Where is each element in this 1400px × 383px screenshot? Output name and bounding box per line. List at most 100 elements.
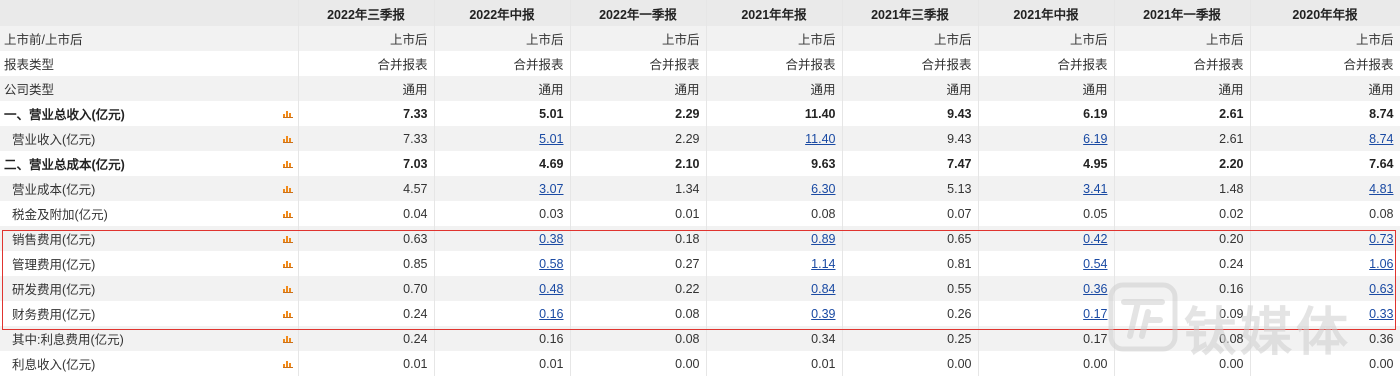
value-link[interactable]: 0.63 bbox=[1369, 282, 1393, 296]
bar-chart-icon[interactable] bbox=[283, 284, 293, 293]
value-cell: 0.01 bbox=[298, 351, 435, 376]
header-period[interactable]: 2021年年报 bbox=[706, 0, 843, 26]
header-period[interactable]: 2022年一季报 bbox=[570, 0, 707, 26]
value-cell: 0.08 bbox=[570, 301, 707, 326]
bar-chart-icon[interactable] bbox=[283, 184, 293, 193]
value-link[interactable]: 3.07 bbox=[539, 182, 563, 196]
header-period[interactable]: 2021年三季报 bbox=[842, 0, 979, 26]
value-cell: 0.17 bbox=[978, 301, 1115, 326]
value-link[interactable]: 1.14 bbox=[811, 257, 835, 271]
value-cell: 7.33 bbox=[298, 101, 435, 126]
operating-revenue-row: 营业收入(亿元) 7.33 5.01 2.29 11.40 9.43 6.19 2.61 8.7… bbox=[0, 126, 1400, 151]
row-label: 公司类型 bbox=[4, 83, 55, 97]
value-cell: 7.33 bbox=[298, 126, 435, 151]
value-cell: 0.01 bbox=[706, 351, 843, 376]
interest-income-row: 利息收入(亿元) 0.01 0.01 0.00 0.01 0.00 0.00 0.00 0.00 bbox=[0, 351, 1400, 376]
row-label: 管理费用(亿元) bbox=[12, 258, 96, 272]
bar-chart-icon[interactable] bbox=[283, 359, 293, 368]
row-label-cell: 报表类型 bbox=[0, 51, 299, 76]
value-link[interactable]: 0.58 bbox=[539, 257, 563, 271]
value-link[interactable]: 8.74 bbox=[1369, 132, 1393, 146]
row-label-cell: 营业成本(亿元) bbox=[0, 176, 299, 201]
value-cell: 合并报表 bbox=[434, 51, 571, 76]
value-cell: 0.25 bbox=[842, 326, 979, 351]
value-cell: 0.33 bbox=[1250, 301, 1400, 326]
value-cell: 上市后 bbox=[842, 26, 979, 51]
header-period[interactable]: 2020年年报 bbox=[1250, 0, 1400, 26]
value-cell: 0.36 bbox=[1250, 326, 1400, 351]
value-cell: 0.08 bbox=[706, 201, 843, 226]
value-cell: 1.06 bbox=[1250, 251, 1400, 276]
value-cell: 9.43 bbox=[842, 101, 979, 126]
value-link[interactable]: 1.06 bbox=[1369, 257, 1393, 271]
financial-table: 2022年三季报 2022年中报 2022年一季报 2021年年报 2021年三… bbox=[0, 0, 1400, 376]
value-link[interactable]: 6.19 bbox=[1083, 132, 1107, 146]
value-cell: 通用 bbox=[434, 76, 571, 101]
bar-chart-icon[interactable] bbox=[283, 109, 293, 118]
bar-chart-icon[interactable] bbox=[283, 334, 293, 343]
header-period[interactable]: 2021年一季报 bbox=[1114, 0, 1251, 26]
row-label: 上市前/上市后 bbox=[4, 33, 83, 47]
value-cell: 上市后 bbox=[298, 26, 435, 51]
value-cell: 0.00 bbox=[842, 351, 979, 376]
value-cell: 1.14 bbox=[706, 251, 843, 276]
value-cell: 上市后 bbox=[706, 26, 843, 51]
value-cell: 0.17 bbox=[978, 326, 1115, 351]
value-cell: 3.07 bbox=[434, 176, 571, 201]
bar-chart-icon[interactable] bbox=[283, 259, 293, 268]
value-cell: 0.07 bbox=[842, 201, 979, 226]
value-cell: 2.29 bbox=[570, 101, 707, 126]
header-period[interactable]: 2021年中报 bbox=[978, 0, 1115, 26]
value-cell: 0.70 bbox=[298, 276, 435, 301]
value-cell: 0.08 bbox=[1114, 326, 1251, 351]
value-cell: 通用 bbox=[706, 76, 843, 101]
value-cell: 0.81 bbox=[842, 251, 979, 276]
value-link[interactable]: 0.36 bbox=[1083, 282, 1107, 296]
bar-chart-icon[interactable] bbox=[283, 209, 293, 218]
value-link[interactable]: 5.01 bbox=[539, 132, 563, 146]
row-label-cell: 二、营业总成本(亿元) bbox=[0, 151, 299, 176]
header-period[interactable]: 2022年中报 bbox=[434, 0, 571, 26]
value-cell: 通用 bbox=[298, 76, 435, 101]
value-cell: 0.27 bbox=[570, 251, 707, 276]
bar-chart-icon[interactable] bbox=[283, 234, 293, 243]
value-link[interactable]: 0.17 bbox=[1083, 307, 1107, 321]
value-link[interactable]: 0.54 bbox=[1083, 257, 1107, 271]
bar-chart-icon[interactable] bbox=[283, 159, 293, 168]
value-cell: 8.74 bbox=[1250, 101, 1400, 126]
value-link[interactable]: 0.38 bbox=[539, 232, 563, 246]
bar-chart-icon[interactable] bbox=[283, 134, 293, 143]
value-cell: 通用 bbox=[1114, 76, 1251, 101]
value-cell: 上市后 bbox=[570, 26, 707, 51]
row-label-cell: 利息收入(亿元) bbox=[0, 351, 299, 376]
value-cell: 5.01 bbox=[434, 101, 571, 126]
row-label-cell: 上市前/上市后 bbox=[0, 26, 299, 51]
value-cell: 0.42 bbox=[978, 226, 1115, 251]
value-cell: 0.00 bbox=[1250, 351, 1400, 376]
value-link[interactable]: 6.30 bbox=[811, 182, 835, 196]
value-link[interactable]: 0.73 bbox=[1369, 232, 1393, 246]
value-link[interactable]: 0.33 bbox=[1369, 307, 1393, 321]
rd-expense-row: 研发费用(亿元) 0.70 0.48 0.22 0.84 0.55 0.36 0.16 0.63 bbox=[0, 276, 1400, 301]
value-link[interactable]: 4.81 bbox=[1369, 182, 1393, 196]
value-cell: 0.16 bbox=[1114, 276, 1251, 301]
row-label: 营业成本(亿元) bbox=[12, 183, 96, 197]
value-link[interactable]: 3.41 bbox=[1083, 182, 1107, 196]
value-link[interactable]: 0.16 bbox=[539, 307, 563, 321]
row-label: 销售费用(亿元) bbox=[12, 233, 96, 247]
bar-chart-icon[interactable] bbox=[283, 309, 293, 318]
value-cell: 9.63 bbox=[706, 151, 843, 176]
row-label-cell: 财务费用(亿元) bbox=[0, 301, 299, 326]
header-period[interactable]: 2022年三季报 bbox=[298, 0, 435, 26]
value-link[interactable]: 0.89 bbox=[811, 232, 835, 246]
value-cell: 0.24 bbox=[1114, 251, 1251, 276]
value-link[interactable]: 0.39 bbox=[811, 307, 835, 321]
row-label-cell: 销售费用(亿元) bbox=[0, 226, 299, 251]
value-link[interactable]: 0.48 bbox=[539, 282, 563, 296]
value-cell: 通用 bbox=[570, 76, 707, 101]
value-link[interactable]: 0.84 bbox=[811, 282, 835, 296]
value-link[interactable]: 11.40 bbox=[805, 132, 835, 146]
value-link[interactable]: 0.42 bbox=[1083, 232, 1107, 246]
value-cell: 2.61 bbox=[1114, 126, 1251, 151]
value-cell: 0.39 bbox=[706, 301, 843, 326]
